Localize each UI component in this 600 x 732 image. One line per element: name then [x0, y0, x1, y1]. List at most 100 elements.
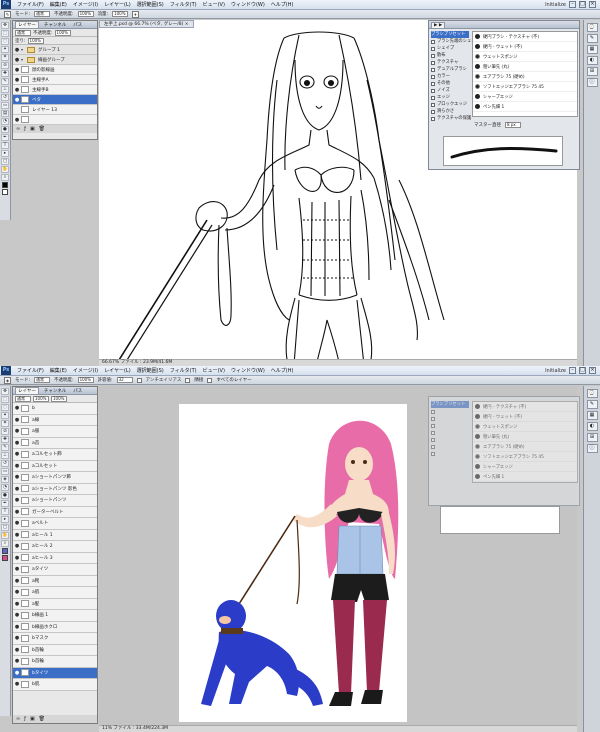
dodge-tool-icon[interactable]: ● [1, 492, 9, 499]
dodge-tool-icon[interactable]: ● [1, 126, 9, 133]
checkbox-icon[interactable] [431, 430, 435, 435]
checkbox-icon[interactable] [431, 102, 435, 107]
pen-tool-icon[interactable]: ✒ [1, 134, 9, 141]
menu-layer[interactable]: レイヤー(L) [101, 1, 134, 8]
healing-tool-icon[interactable]: ✚ [1, 70, 9, 77]
layer-row[interactable]: ● aタイツ [13, 564, 97, 576]
menu-layer[interactable]: レイヤー(L) [101, 367, 134, 374]
mode-select[interactable]: 通常 [34, 11, 51, 17]
eyedropper-icon[interactable]: ⊘ [1, 62, 9, 69]
layer-row[interactable]: ● a服 [13, 426, 97, 438]
trash-icon[interactable]: 🗑 [39, 716, 45, 722]
stamp-tool-icon[interactable]: ⊥ [1, 86, 9, 93]
layer-opacity-field[interactable]: 100% [54, 29, 71, 36]
menu-select[interactable]: 選択範囲(S) [134, 367, 167, 374]
brush-preset-item[interactable]: 硬円ブラシ - テクスチャ (不) [473, 32, 577, 42]
checkbox-icon[interactable] [431, 437, 435, 442]
layer-row[interactable]: ● aコルセット [13, 460, 97, 472]
layer-row[interactable]: ● 顔の影線画 [13, 65, 97, 75]
contiguous-checkbox[interactable] [185, 377, 191, 383]
link-icon[interactable]: ∞ [16, 126, 20, 132]
menu-file[interactable]: ファイル(F) [14, 1, 47, 8]
brush-preset-item[interactable]: ペン先細 1 [473, 472, 577, 482]
brush-preset-item[interactable]: ウェットスポンジ [473, 422, 577, 432]
master-diameter-field[interactable]: 8 px [505, 122, 521, 128]
menu-window[interactable]: ウィンドウ(W) [228, 367, 268, 374]
text-tool-icon[interactable]: T [1, 142, 9, 149]
brush-preset-item[interactable]: エアブラシ 75 (硬め) [473, 442, 577, 452]
eye-icon[interactable]: ● [13, 509, 21, 515]
layer-group-row[interactable]: ● ▾ グループ 1 [13, 45, 97, 55]
link-icon[interactable]: ∞ [16, 716, 20, 722]
tab-layers[interactable]: レイヤー [15, 387, 39, 394]
info-icon[interactable]: ⓘ [586, 78, 598, 87]
brush-option-item[interactable]: ブラシプリセット [431, 31, 469, 38]
brush-preset-item[interactable]: エアブラシ 75 (硬め) [473, 72, 577, 82]
lasso-tool-icon[interactable]: ◌ [1, 38, 9, 45]
menu-filter[interactable]: フィルタ(T) [167, 367, 200, 374]
brush-option-item[interactable] [431, 436, 469, 443]
layer-row[interactable]: ● aショートパンツ [13, 495, 97, 507]
tab-layers[interactable]: レイヤー [15, 21, 39, 28]
crop-tool-icon[interactable]: ⌗ [1, 420, 9, 427]
marquee-tool-icon[interactable]: ⬚ [1, 396, 9, 403]
foreground-color-swatch[interactable] [2, 548, 8, 554]
eye-icon[interactable]: ● [13, 497, 21, 503]
menu-help[interactable]: ヘルプ(H) [268, 367, 297, 374]
eye-icon[interactable]: ● [13, 543, 21, 549]
brush-option-item[interactable] [431, 408, 469, 415]
layer-row[interactable]: ● b首輪 [13, 644, 97, 656]
layer-group-row[interactable]: ● ▾ 線画グループ [13, 55, 97, 65]
blend-mode-select[interactable]: 通常 [15, 395, 31, 402]
brush-option-item[interactable]: デュアルブラシ [431, 66, 469, 73]
crop-tool-icon[interactable]: ⌗ [1, 54, 9, 61]
checkbox-icon[interactable] [431, 60, 435, 65]
maximize-icon[interactable]: □ [579, 367, 586, 374]
brush-option-item[interactable]: テクスチャの保護 [431, 115, 471, 122]
zoom-tool-icon[interactable]: ⌕ [1, 540, 9, 547]
layer-row[interactable]: ● aヒール 1 [13, 529, 97, 541]
background-color-swatch[interactable] [2, 555, 8, 561]
brush-option-item[interactable]: 散布 [431, 52, 469, 59]
checkbox-icon[interactable] [431, 116, 435, 121]
layer-row[interactable]: ● a線 [13, 414, 97, 426]
eye-icon[interactable]: ● [13, 635, 21, 641]
menu-window[interactable]: ウィンドウ(W) [228, 1, 268, 8]
layer-row[interactable]: ● b首輪 [13, 656, 97, 668]
eye-icon[interactable]: ● [13, 670, 21, 676]
layer-row[interactable]: ● [13, 115, 97, 125]
text-tool-icon[interactable]: T [1, 508, 9, 515]
layer-row[interactable]: ● b線画 1 [13, 610, 97, 622]
blend-mode-select[interactable]: 通常 [15, 29, 31, 36]
trash-icon[interactable]: 🗑 [39, 126, 45, 132]
layer-row-selected[interactable]: ● bタイツ [13, 667, 97, 679]
tab-channels[interactable]: チャンネル [42, 22, 68, 28]
eye-icon[interactable]: ● [13, 520, 21, 526]
brush-option-item[interactable]: ノイズ [431, 87, 469, 94]
eye-icon[interactable]: ● [13, 658, 21, 664]
opacity-field[interactable]: 100% [77, 377, 94, 383]
background-color-swatch[interactable] [2, 189, 8, 195]
brush-panel-icon[interactable]: ✎ [586, 400, 598, 409]
eraser-icon[interactable]: ▭ [1, 102, 9, 109]
lasso-tool-icon[interactable]: ◌ [1, 404, 9, 411]
marquee-tool-icon[interactable]: ⬚ [1, 30, 9, 37]
layer-row[interactable]: ● aショートパンツ飾 [13, 472, 97, 484]
brush-option-item[interactable]: カラー [431, 73, 469, 80]
move-tool-icon[interactable]: ✥ [1, 22, 9, 29]
minimize-icon[interactable]: – [569, 1, 576, 8]
layer-fill-field[interactable]: 100% [51, 395, 67, 402]
eye-icon[interactable]: ● [13, 405, 21, 411]
menu-filter[interactable]: フィルタ(T) [167, 1, 200, 8]
brush-option-item[interactable] [431, 443, 469, 450]
artboard[interactable] [179, 404, 407, 722]
layer-row[interactable]: ● b肌 [13, 679, 97, 691]
brush-preset-item[interactable]: 硬円 - テクスチャ (不) [473, 402, 577, 412]
all-layers-checkbox[interactable] [207, 377, 213, 383]
menu-view[interactable]: ビュー(V) [200, 367, 228, 374]
layer-row[interactable]: ● a首 [13, 437, 97, 449]
brush-option-item[interactable]: テクスチャ [431, 59, 469, 66]
brush-option-item[interactable]: エッジ [431, 94, 469, 101]
layer-row[interactable]: ● a髪 [13, 598, 97, 610]
eye-icon[interactable]: ● [13, 440, 21, 446]
